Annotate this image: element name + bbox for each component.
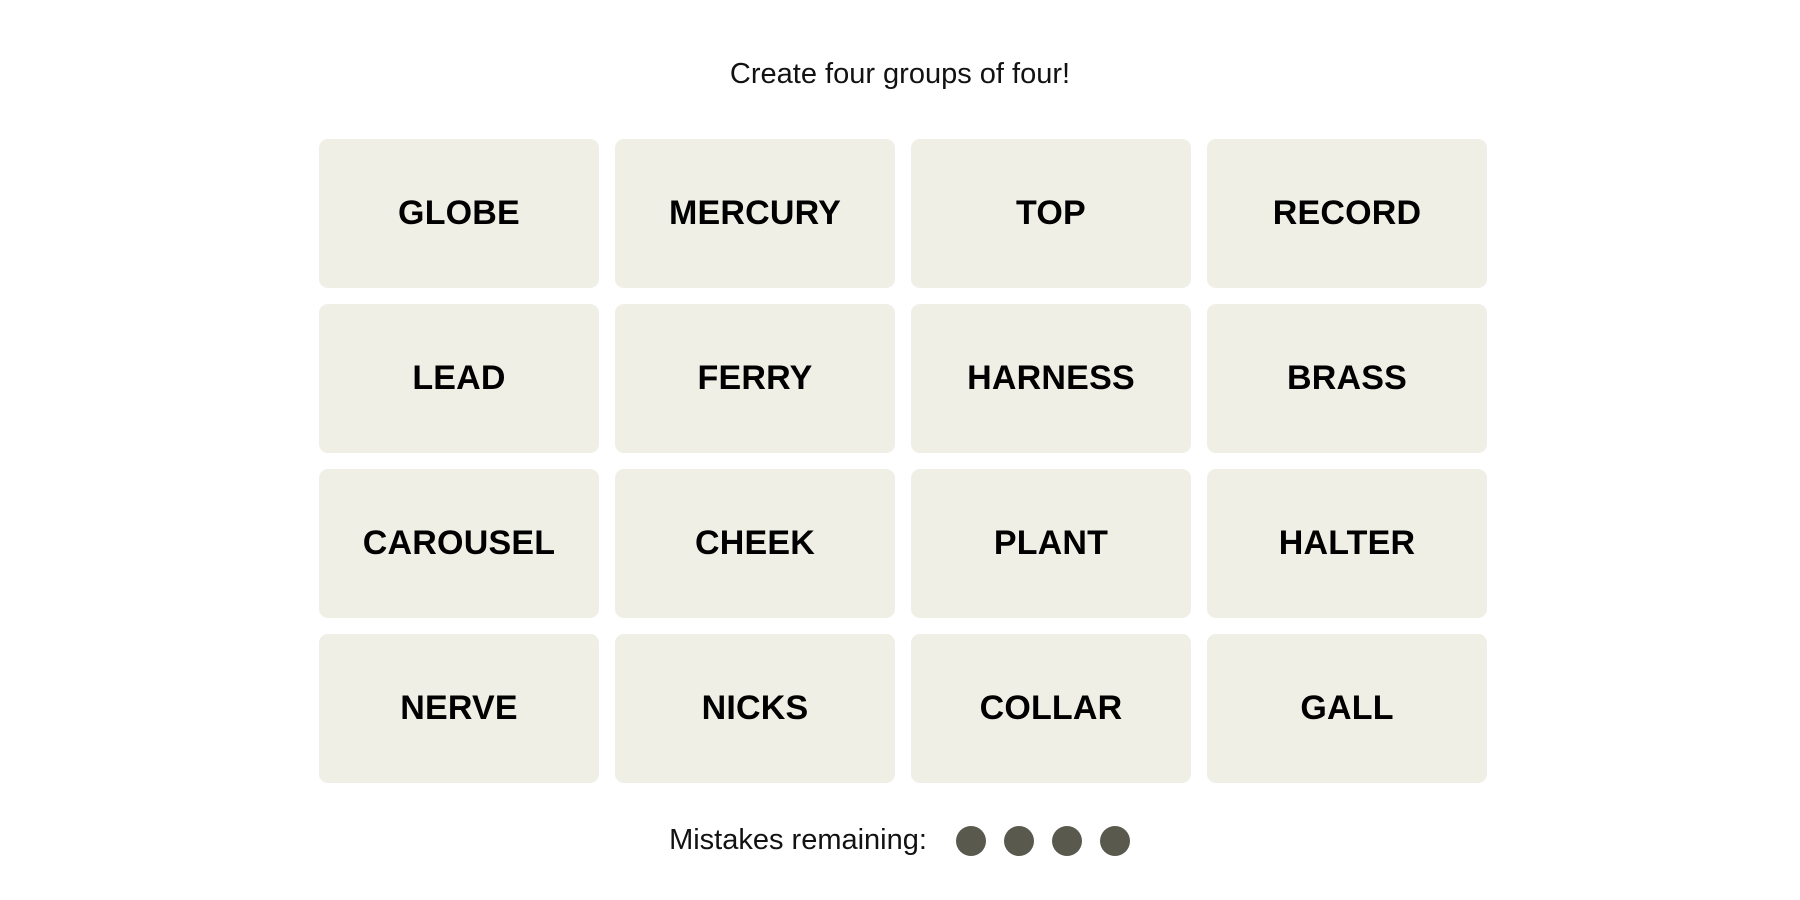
instructions-text: Create four groups of four! xyxy=(729,58,1071,90)
word-tile[interactable]: CAROUSEL xyxy=(319,469,599,618)
word-tile[interactable]: TOP xyxy=(911,139,1191,288)
word-tile[interactable]: NICKS xyxy=(615,634,895,783)
word-tile[interactable]: COLLAR xyxy=(911,634,1191,783)
word-tile[interactable]: RECORD xyxy=(1207,139,1487,288)
word-tile[interactable]: PLANT xyxy=(911,469,1191,618)
word-tile[interactable]: BRASS xyxy=(1207,304,1487,453)
word-tile[interactable]: HARNESS xyxy=(911,304,1191,453)
mistakes-label: Mistakes remaining: xyxy=(669,824,927,856)
word-tile[interactable]: LEAD xyxy=(319,304,599,453)
mistake-dot-icon xyxy=(1003,825,1034,856)
mistake-dot-icon xyxy=(955,825,986,856)
mistake-dot-icon xyxy=(1051,825,1082,856)
word-tile[interactable]: HALTER xyxy=(1207,469,1487,618)
word-grid: GLOBE MERCURY TOP RECORD LEAD FERRY HARN… xyxy=(319,139,1487,783)
word-tile[interactable]: GALL xyxy=(1207,634,1487,783)
mistakes-remaining: Mistakes remaining: xyxy=(0,824,1800,857)
word-tile[interactable]: MERCURY xyxy=(615,139,895,288)
word-tile[interactable]: CHEEK xyxy=(615,469,895,618)
word-tile[interactable]: FERRY xyxy=(615,304,895,453)
word-tile[interactable]: NERVE xyxy=(319,634,599,783)
mistake-dot-icon xyxy=(1099,825,1130,856)
word-tile[interactable]: GLOBE xyxy=(319,139,599,288)
